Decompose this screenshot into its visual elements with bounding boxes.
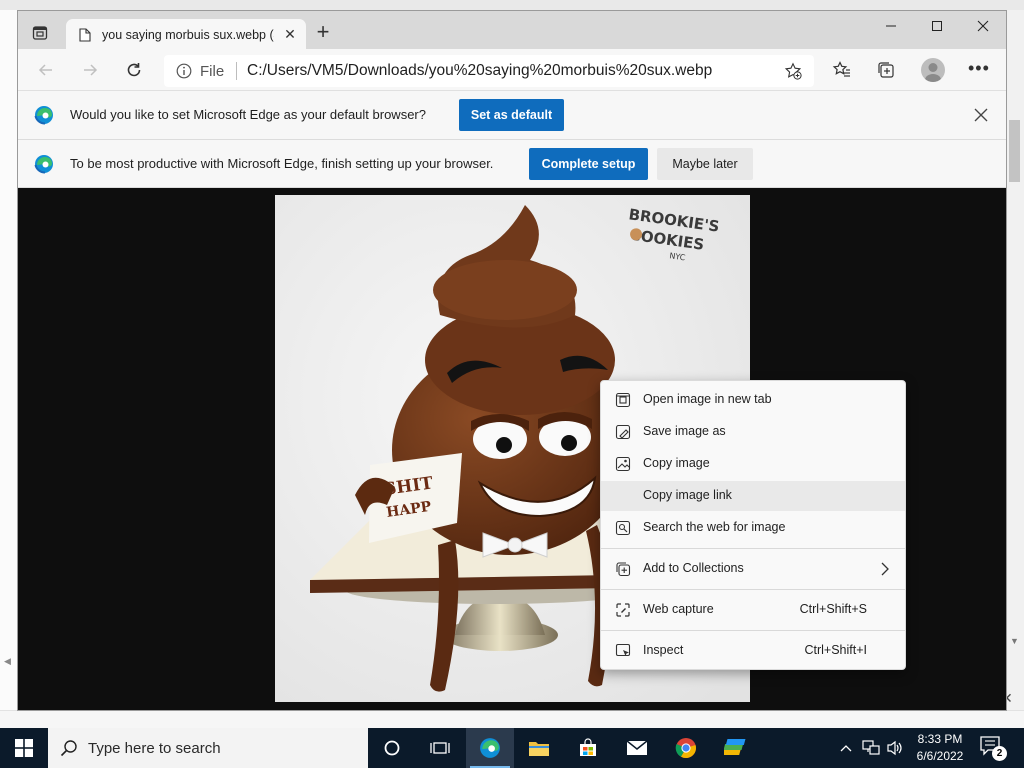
chrome-icon[interactable] bbox=[662, 728, 710, 768]
complete-setup-button[interactable]: Complete setup bbox=[529, 148, 648, 180]
background-window-bottom bbox=[0, 710, 1024, 728]
shortcut-label: Ctrl+Shift+I bbox=[804, 643, 867, 657]
default-browser-infobar: Would you like to set Microsoft Edge as … bbox=[18, 91, 1006, 140]
system-clock[interactable]: 8:33 PM 6/6/2022 bbox=[906, 731, 974, 765]
more-options-icon[interactable]: ••• bbox=[968, 59, 989, 80]
setup-infobar: To be most productive with Microsoft Edg… bbox=[18, 140, 1006, 188]
browser-tab[interactable]: you saying morbuis sux.webp (4 ✕ bbox=[66, 19, 306, 50]
bluestacks-icon[interactable] bbox=[711, 728, 759, 768]
tab-actions-icon[interactable] bbox=[32, 25, 48, 41]
profile-avatar-icon[interactable] bbox=[921, 58, 945, 82]
maybe-later-button[interactable]: Maybe later bbox=[657, 148, 753, 180]
menu-item-save-image-as[interactable]: Save image as bbox=[601, 417, 905, 447]
file-explorer-icon[interactable] bbox=[515, 728, 563, 768]
add-favorite-icon[interactable] bbox=[784, 62, 802, 80]
clock-date: 6/6/2022 bbox=[916, 749, 964, 763]
forward-arrow-icon[interactable] bbox=[78, 58, 102, 82]
set-as-default-button[interactable]: Set as default bbox=[459, 99, 564, 131]
minimize-icon[interactable] bbox=[868, 11, 914, 41]
window-close-icon[interactable] bbox=[960, 11, 1006, 41]
windows-taskbar: Type here to search 8:33 PM 6/6/2022 2 bbox=[0, 728, 1024, 768]
microsoft-store-icon[interactable] bbox=[564, 728, 612, 768]
notification-count-badge: 2 bbox=[992, 746, 1007, 761]
taskbar-search-box[interactable]: Type here to search bbox=[48, 728, 368, 768]
background-scrollbar[interactable] bbox=[1006, 10, 1024, 710]
menu-item-open-image-new-tab[interactable]: Open image in new tab bbox=[601, 385, 905, 415]
tab-title: you saying morbuis sux.webp (4 bbox=[102, 28, 274, 42]
open-new-tab-icon bbox=[615, 392, 631, 408]
url-text[interactable]: C:/Users/VM5/Downloads/you%20saying%20mo… bbox=[247, 62, 712, 80]
collections-icon bbox=[615, 561, 631, 577]
menu-item-copy-image-link[interactable]: Copy image link bbox=[601, 481, 905, 511]
file-icon bbox=[79, 28, 91, 42]
address-scheme-label: File bbox=[200, 63, 225, 80]
menu-item-inspect[interactable]: Inspect Ctrl+Shift+I bbox=[601, 636, 905, 666]
search-icon bbox=[60, 739, 78, 757]
menu-item-add-to-collections[interactable]: Add to Collections bbox=[601, 554, 905, 584]
back-arrow-icon[interactable] bbox=[34, 58, 58, 82]
menu-separator bbox=[601, 589, 905, 590]
menu-separator bbox=[601, 548, 905, 549]
cortana-icon[interactable] bbox=[368, 728, 416, 768]
collections-icon[interactable] bbox=[876, 60, 896, 80]
tab-close-icon[interactable]: ✕ bbox=[281, 25, 299, 43]
web-capture-icon bbox=[615, 602, 631, 618]
volume-icon[interactable] bbox=[884, 728, 906, 768]
address-bar[interactable]: File C:/Users/VM5/Downloads/you%20saying… bbox=[164, 55, 814, 87]
navigation-toolbar: File C:/Users/VM5/Downloads/you%20saying… bbox=[18, 49, 1006, 91]
menu-item-web-capture[interactable]: Web capture Ctrl+Shift+S bbox=[601, 595, 905, 625]
title-bar: you saying morbuis sux.webp (4 ✕ + bbox=[18, 11, 1006, 50]
start-button[interactable] bbox=[0, 728, 48, 768]
visual-search-icon bbox=[615, 520, 631, 536]
menu-separator bbox=[601, 630, 905, 631]
task-view-icon[interactable] bbox=[416, 728, 464, 768]
scroll-left-arrow-icon[interactable]: ◀ bbox=[4, 656, 11, 667]
inspect-icon bbox=[615, 643, 631, 659]
shortcut-label: Ctrl+Shift+S bbox=[799, 602, 867, 616]
setup-message: To be most productive with Microsoft Edg… bbox=[70, 156, 494, 171]
chevron-right-icon bbox=[880, 562, 890, 576]
edge-logo-icon bbox=[34, 105, 54, 125]
infobar-close-icon[interactable] bbox=[973, 107, 989, 123]
scroll-down-arrow-icon[interactable]: ▼ bbox=[1010, 636, 1019, 646]
copy-image-icon bbox=[615, 456, 631, 472]
clock-time: 8:33 PM bbox=[917, 732, 963, 746]
show-hidden-icons-icon[interactable] bbox=[836, 728, 856, 768]
network-icon[interactable] bbox=[860, 728, 882, 768]
menu-item-search-web-for-image[interactable]: Search the web for image bbox=[601, 513, 905, 543]
default-browser-message: Would you like to set Microsoft Edge as … bbox=[70, 107, 426, 122]
menu-item-copy-image[interactable]: Copy image bbox=[601, 449, 905, 479]
notification-center-icon[interactable]: 2 bbox=[980, 736, 1010, 761]
address-separator bbox=[236, 62, 237, 80]
background-window-strip bbox=[0, 0, 1024, 10]
edge-logo-icon bbox=[34, 154, 54, 174]
edge-taskbar-icon[interactable] bbox=[466, 728, 514, 768]
refresh-icon[interactable] bbox=[122, 58, 146, 82]
mail-icon[interactable] bbox=[613, 728, 661, 768]
windows-logo-icon bbox=[15, 739, 33, 757]
maximize-icon[interactable] bbox=[914, 11, 960, 41]
background-scrollbar-thumb[interactable] bbox=[1009, 120, 1020, 182]
favorites-icon[interactable] bbox=[832, 60, 852, 80]
search-placeholder: Type here to search bbox=[88, 740, 221, 757]
new-tab-icon[interactable]: + bbox=[312, 21, 334, 44]
save-image-icon bbox=[615, 424, 631, 440]
info-icon[interactable] bbox=[176, 63, 192, 79]
image-context-menu: Open image in new tab Save image as Copy… bbox=[600, 380, 906, 670]
